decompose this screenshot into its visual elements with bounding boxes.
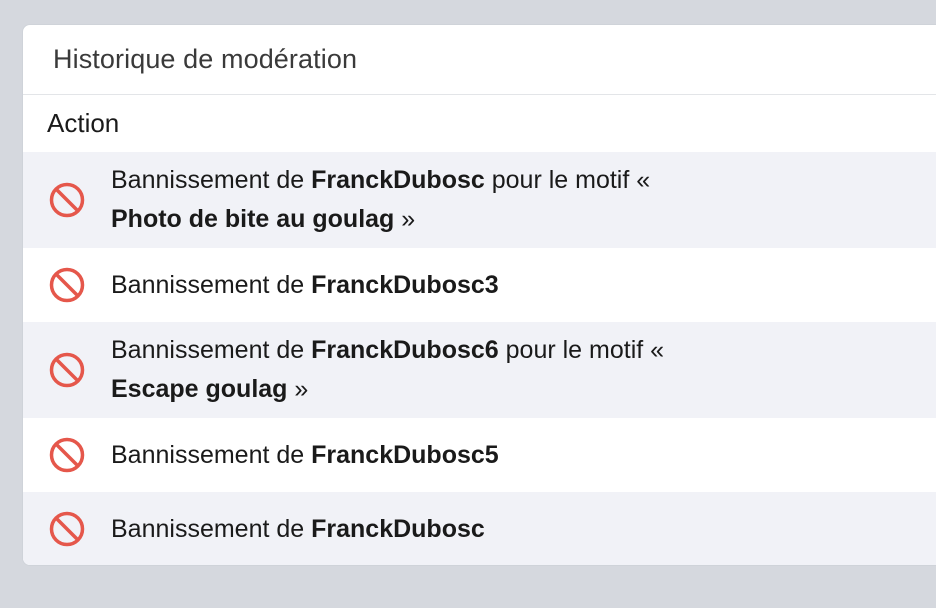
action-prefix: Bannissement de [111,514,312,543]
action-prefix: Bannissement de [111,270,312,299]
action-list: Bannissement de FranckDubosc pour le mot… [23,152,936,565]
table-row: Bannissement de FranckDubosc5 [23,418,936,492]
ban-icon [47,435,87,475]
table-row: Bannissement de FranckDubosc3 [23,248,936,322]
panel-header: Historique de modération [23,25,936,95]
table-row: Bannissement de FranckDubosc pour le mot… [23,152,936,248]
table-row: Bannissement de FranckDubosc [23,492,936,565]
motif-suffix: » [394,205,416,233]
panel-title: Historique de modération [53,44,358,74]
action-prefix: Bannissement de [111,336,312,364]
ban-icon [47,350,87,390]
action-text: Bannissement de FranckDubosc3 [111,266,499,305]
motif-suffix: » [287,375,309,403]
column-header: Action [23,95,936,152]
action-prefix: Bannissement de [111,166,312,194]
moderation-history-panel: Historique de modération Action Bannisse… [22,24,936,566]
action-text: Bannissement de FranckDubosc5 [111,436,499,475]
table-row: Bannissement de FranckDubosc6 pour le mo… [23,322,936,418]
ban-icon [47,265,87,305]
banned-username: FranckDubosc5 [311,440,499,469]
ban-icon [47,509,87,549]
ban-icon [47,180,87,220]
banned-username: FranckDubosc6 [311,336,499,364]
ban-motif: Photo de bite au goulag [111,205,395,233]
motif-prefix: pour le motif « [498,336,665,364]
banned-username: FranckDubosc [311,166,485,194]
column-header-action: Action [47,108,120,138]
action-text: Bannissement de FranckDubosc6 pour le mo… [111,331,664,409]
motif-prefix: pour le motif « [484,166,651,194]
action-text: Bannissement de FranckDubosc pour le mot… [111,161,650,239]
action-prefix: Bannissement de [111,440,312,469]
banned-username: FranckDubosc [311,514,485,543]
ban-motif: Escape goulag [111,375,288,403]
action-text: Bannissement de FranckDubosc [111,510,485,549]
banned-username: FranckDubosc3 [311,270,499,299]
